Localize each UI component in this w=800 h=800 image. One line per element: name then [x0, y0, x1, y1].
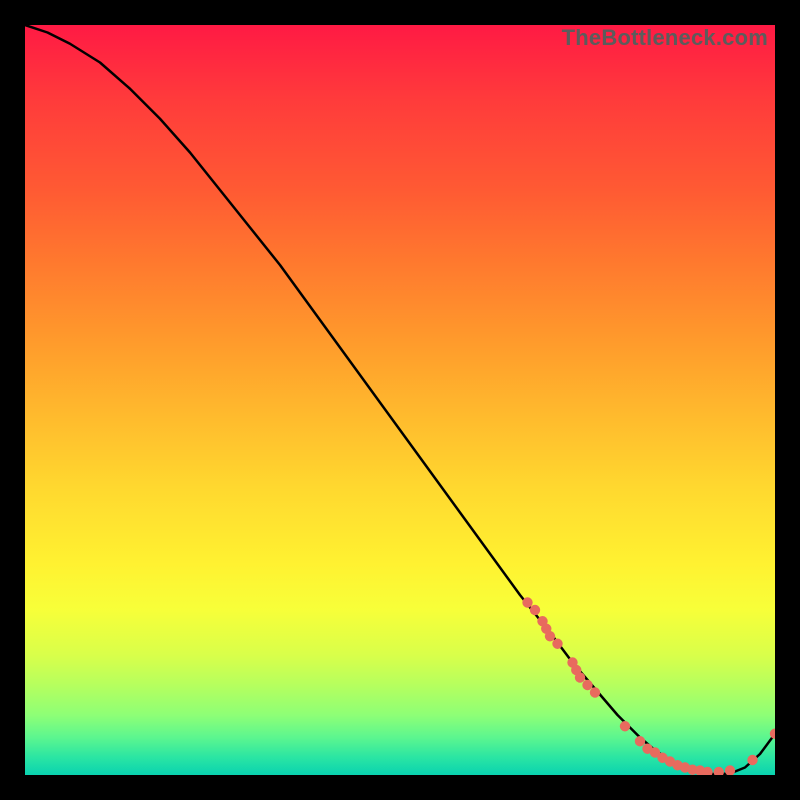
sample-dot	[582, 680, 592, 690]
sample-dot	[575, 672, 585, 682]
sample-dot	[747, 755, 757, 765]
sample-dot	[530, 605, 540, 615]
sample-dot	[545, 631, 555, 641]
sample-dot	[770, 729, 775, 739]
sample-dot	[620, 721, 630, 731]
sample-points	[522, 597, 775, 775]
sample-dot	[552, 639, 562, 649]
sample-dot	[635, 736, 645, 746]
curve-path	[25, 25, 775, 774]
sample-dot	[714, 767, 724, 775]
chart-frame: TheBottleneck.com	[25, 25, 775, 775]
watermark-text: TheBottleneck.com	[562, 25, 768, 51]
bottleneck-curve	[25, 25, 775, 774]
chart-svg	[25, 25, 775, 775]
sample-dot	[590, 687, 600, 697]
sample-dot	[725, 765, 735, 775]
sample-dot	[522, 597, 532, 607]
plot-area	[25, 25, 775, 775]
